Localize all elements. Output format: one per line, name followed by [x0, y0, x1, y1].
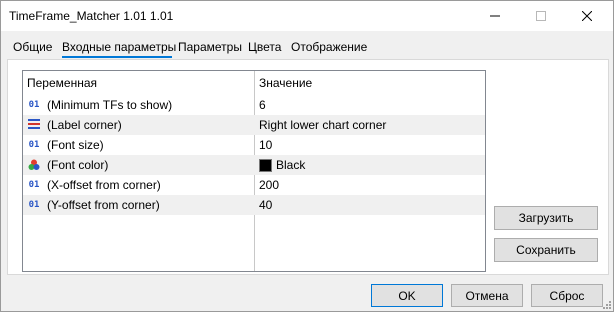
variable-name: (Minimum TFs to show)	[47, 98, 173, 112]
enum-param-icon	[27, 119, 41, 131]
maximize-icon	[536, 11, 546, 21]
value-cell[interactable]: Black	[255, 155, 485, 175]
variable-cell: 01 (Y-offset from corner)	[23, 195, 254, 215]
variable-name: (Font size)	[47, 138, 104, 152]
header-value[interactable]: Значение	[255, 71, 485, 95]
int-param-icon: 01	[28, 140, 40, 150]
cancel-button[interactable]: Отмена	[451, 284, 523, 307]
variable-cell: (Font color)	[23, 155, 254, 175]
variable-cell: (Label corner)	[23, 115, 254, 135]
variable-name: (Label corner)	[47, 118, 122, 132]
int-param-icon: 01	[28, 200, 40, 210]
close-button[interactable]	[565, 1, 609, 31]
value-cell[interactable]: 200	[255, 175, 485, 195]
dialog-window: TimeFrame_Matcher 1.01 1.01 Общие Входны…	[0, 0, 614, 312]
table-row[interactable]: (Font color) Black	[23, 155, 485, 175]
table-header: Переменная Значение	[23, 71, 485, 95]
title-bar[interactable]: TimeFrame_Matcher 1.01 1.01	[1, 1, 613, 31]
tab-general[interactable]: Общие	[13, 40, 52, 54]
save-button[interactable]: Сохранить	[494, 238, 598, 262]
value-cell[interactable]: 6	[255, 95, 485, 115]
table-row[interactable]: 01 (X-offset from corner) 200	[23, 175, 485, 195]
value-cell[interactable]: 40	[255, 195, 485, 215]
variable-cell: 01 (X-offset from corner)	[23, 175, 254, 195]
window-title: TimeFrame_Matcher 1.01 1.01	[9, 9, 174, 23]
tab-inputs[interactable]: Входные параметры	[62, 40, 176, 54]
int-param-icon: 01	[28, 100, 40, 110]
table-row[interactable]: 01 (Font size) 10	[23, 135, 485, 155]
int-param-icon: 01	[28, 180, 40, 190]
maximize-button	[519, 1, 563, 31]
minimize-button[interactable]	[473, 1, 517, 31]
color-value: Black	[276, 158, 306, 172]
table-row[interactable]: 01 (Minimum TFs to show) 6	[23, 95, 485, 115]
tab-parameters[interactable]: Параметры	[178, 40, 242, 54]
reset-button[interactable]: Сброс	[531, 284, 603, 307]
value-cell[interactable]: Right lower chart corner	[255, 115, 485, 135]
resize-grip-icon[interactable]	[601, 299, 611, 309]
active-tab-indicator	[62, 56, 172, 58]
color-param-icon	[27, 159, 41, 171]
variable-name: (Y-offset from corner)	[47, 198, 160, 212]
variable-cell: 01 (Minimum TFs to show)	[23, 95, 254, 115]
table-row[interactable]: (Label corner) Right lower chart corner	[23, 115, 485, 135]
variable-name: (X-offset from corner)	[47, 178, 161, 192]
load-button[interactable]: Загрузить	[494, 206, 598, 230]
header-variable[interactable]: Переменная	[23, 71, 254, 95]
tab-display[interactable]: Отображение	[291, 40, 367, 54]
variable-cell: 01 (Font size)	[23, 135, 254, 155]
parameters-table: Переменная Значение 01 (Minimum TFs to s…	[22, 70, 486, 272]
variable-name: (Font color)	[47, 158, 109, 172]
table-row[interactable]: 01 (Y-offset from corner) 40	[23, 195, 485, 215]
close-icon	[582, 11, 592, 21]
minimize-icon	[490, 15, 500, 17]
tab-panel: Переменная Значение 01 (Minimum TFs to s…	[7, 59, 609, 275]
color-swatch	[259, 158, 272, 172]
value-cell[interactable]: 10	[255, 135, 485, 155]
ok-button[interactable]: OK	[371, 284, 443, 307]
tab-colors[interactable]: Цвета	[248, 40, 281, 54]
